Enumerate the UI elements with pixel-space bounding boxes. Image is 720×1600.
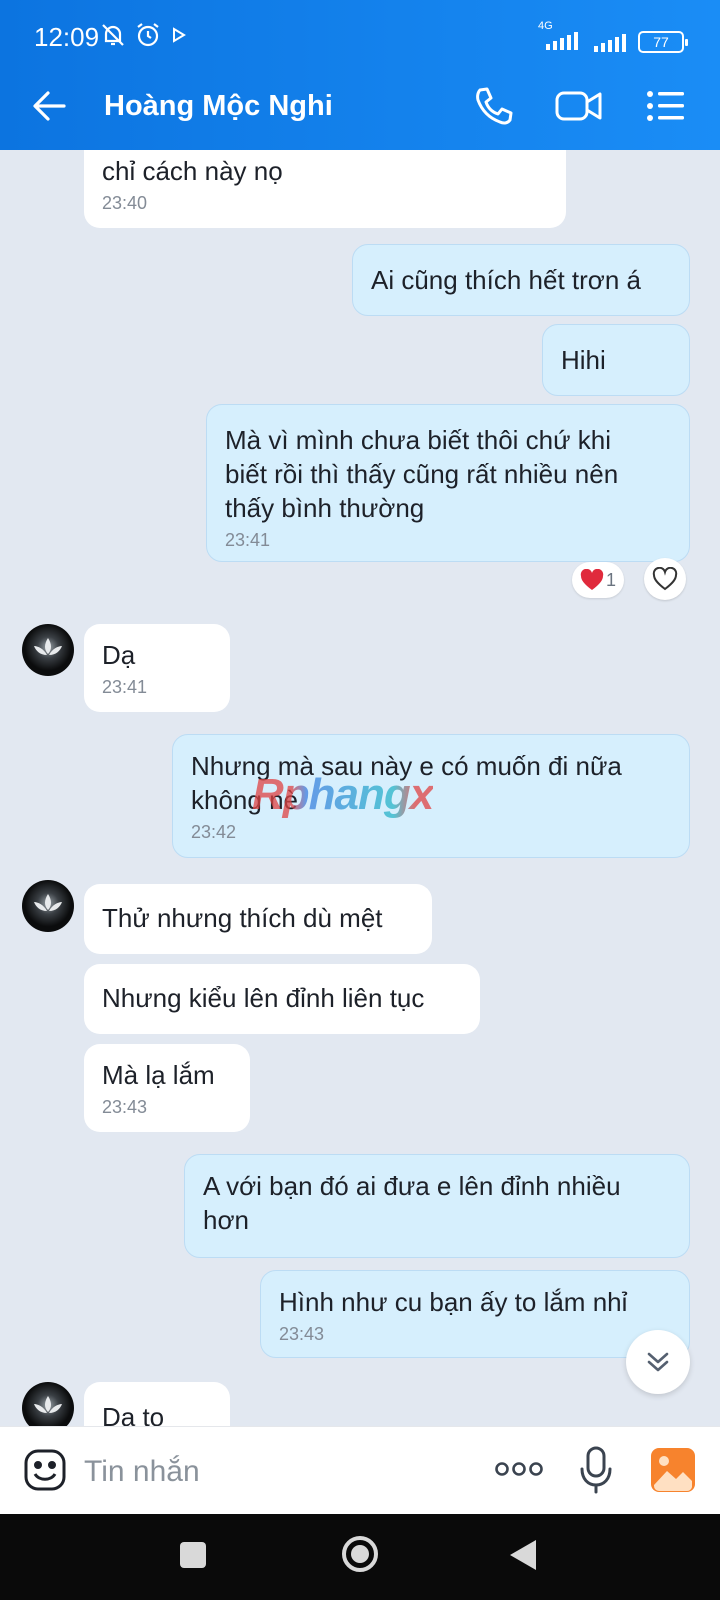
- message-bubble-incoming[interactable]: Mà lạ lắm 23:43: [84, 1044, 250, 1132]
- back-nav-button[interactable]: [508, 1538, 538, 1577]
- message-text: Hihi: [561, 345, 606, 375]
- message-text: chỉ cách này nọ: [102, 156, 283, 186]
- lotus-avatar-icon: [34, 638, 62, 655]
- lotus-avatar-icon: [34, 894, 62, 911]
- phone-icon: [476, 87, 513, 125]
- play-store-icon: [173, 27, 186, 43]
- back-arrow-icon: [33, 91, 66, 121]
- gallery-button[interactable]: [650, 1447, 696, 1493]
- contact-avatar[interactable]: [22, 880, 74, 932]
- back-button[interactable]: [28, 84, 72, 128]
- message-bubble-incoming[interactable]: Dạ to: [84, 1382, 230, 1426]
- battery-indicator: 77: [638, 30, 688, 53]
- react-button[interactable]: [644, 558, 686, 600]
- menu-button[interactable]: [642, 82, 690, 130]
- message-text: Dạ: [102, 640, 136, 670]
- message-input-bar: Tin nhắn: [0, 1426, 720, 1514]
- message-bubble-incoming[interactable]: Dạ 23:41: [84, 624, 230, 712]
- chat-header: Hoàng Mộc Nghi: [0, 62, 720, 150]
- message-text: A với bạn đó ai đưa e lên đỉnh nhiều hơn: [203, 1171, 621, 1235]
- home-button[interactable]: [340, 1534, 380, 1579]
- signal-icon: [546, 32, 578, 50]
- home-circle-icon: [342, 1536, 378, 1572]
- network-type: 4G: [538, 20, 553, 32]
- sticker-button[interactable]: [22, 1447, 68, 1493]
- message-text: Mà vì mình chưa biết thôi chứ khi biết r…: [225, 425, 619, 523]
- image-gallery-icon: [651, 1448, 695, 1492]
- message-time: 23:42: [191, 822, 237, 842]
- message-time: 23:43: [102, 1097, 148, 1117]
- message-time: 23:40: [102, 193, 148, 213]
- message-input[interactable]: Tin nhắn: [84, 1455, 200, 1489]
- scroll-to-bottom-button[interactable]: [626, 1330, 690, 1394]
- watermark: Rphangx: [252, 770, 434, 819]
- message-bubble-outgoing[interactable]: Hình như cu bạn ấy to lắm nhỉ 23:43: [260, 1270, 690, 1358]
- signal-icon-2: [594, 33, 626, 52]
- reaction-count: 1: [606, 569, 617, 590]
- video-call-icon: [555, 91, 602, 121]
- system-navigation-bar: [0, 1514, 720, 1600]
- message-bubble-outgoing[interactable]: Hihi: [542, 324, 690, 396]
- message-time: 23:43: [279, 1324, 325, 1344]
- message-bubble-incoming[interactable]: Nhưng kiểu lên đỉnh liên tục: [84, 964, 480, 1034]
- message-bubble-outgoing[interactable]: Mà vì mình chưa biết thôi chứ khi biết r…: [206, 404, 690, 562]
- call-button[interactable]: [470, 82, 518, 130]
- recent-apps-button[interactable]: [178, 1540, 208, 1575]
- back-triangle-icon: [510, 1540, 536, 1570]
- status-bar: 12:09 4G 77: [0, 0, 720, 62]
- square-icon: [180, 1542, 206, 1568]
- voice-record-button[interactable]: [578, 1445, 614, 1500]
- message-text: Ai cũng thích hết trơn á: [371, 265, 641, 295]
- message-text: Dạ to: [102, 1402, 165, 1426]
- message-text: Mà lạ lắm: [102, 1060, 215, 1090]
- emoji-icon: [24, 1449, 66, 1491]
- message-time: 23:41: [102, 677, 148, 697]
- bell-off-icon: [102, 24, 124, 46]
- heart-outline-icon: [652, 567, 678, 591]
- message-text: Thử nhưng thích dù mệt: [102, 903, 383, 933]
- message-text: Nhưng kiểu lên đỉnh liên tục: [102, 983, 425, 1013]
- microphone-icon: [580, 1446, 612, 1494]
- more-dots-icon: [495, 1462, 543, 1476]
- heart-filled-icon: [580, 569, 604, 590]
- double-chevron-down-icon: [647, 1352, 669, 1372]
- lotus-avatar-icon: [34, 1396, 62, 1413]
- contact-avatar[interactable]: [22, 624, 74, 676]
- chat-message-list[interactable]: chỉ cách này nọ 23:40 Ai cũng thích hết …: [0, 150, 720, 1426]
- message-bubble-incoming[interactable]: chỉ cách này nọ 23:40: [84, 150, 566, 228]
- alarm-icon: [137, 23, 159, 47]
- message-bubble-incoming[interactable]: Thử nhưng thích dù mệt: [84, 884, 432, 954]
- contact-name[interactable]: Hoàng Mộc Nghi: [104, 90, 333, 123]
- message-bubble-outgoing[interactable]: Ai cũng thích hết trơn á: [352, 244, 690, 316]
- video-call-button[interactable]: [554, 82, 604, 130]
- message-time: 23:41: [225, 530, 271, 550]
- message-text: Hình như cu bạn ấy to lắm nhỉ: [279, 1287, 628, 1317]
- message-bubble-outgoing[interactable]: A với bạn đó ai đưa e lên đỉnh nhiều hơn: [184, 1154, 690, 1258]
- reaction-summary[interactable]: 1: [572, 562, 625, 598]
- contact-avatar[interactable]: [22, 1382, 74, 1426]
- status-time: 12:09: [34, 22, 100, 52]
- menu-list-icon: [647, 91, 684, 121]
- more-options-button[interactable]: [494, 1459, 544, 1484]
